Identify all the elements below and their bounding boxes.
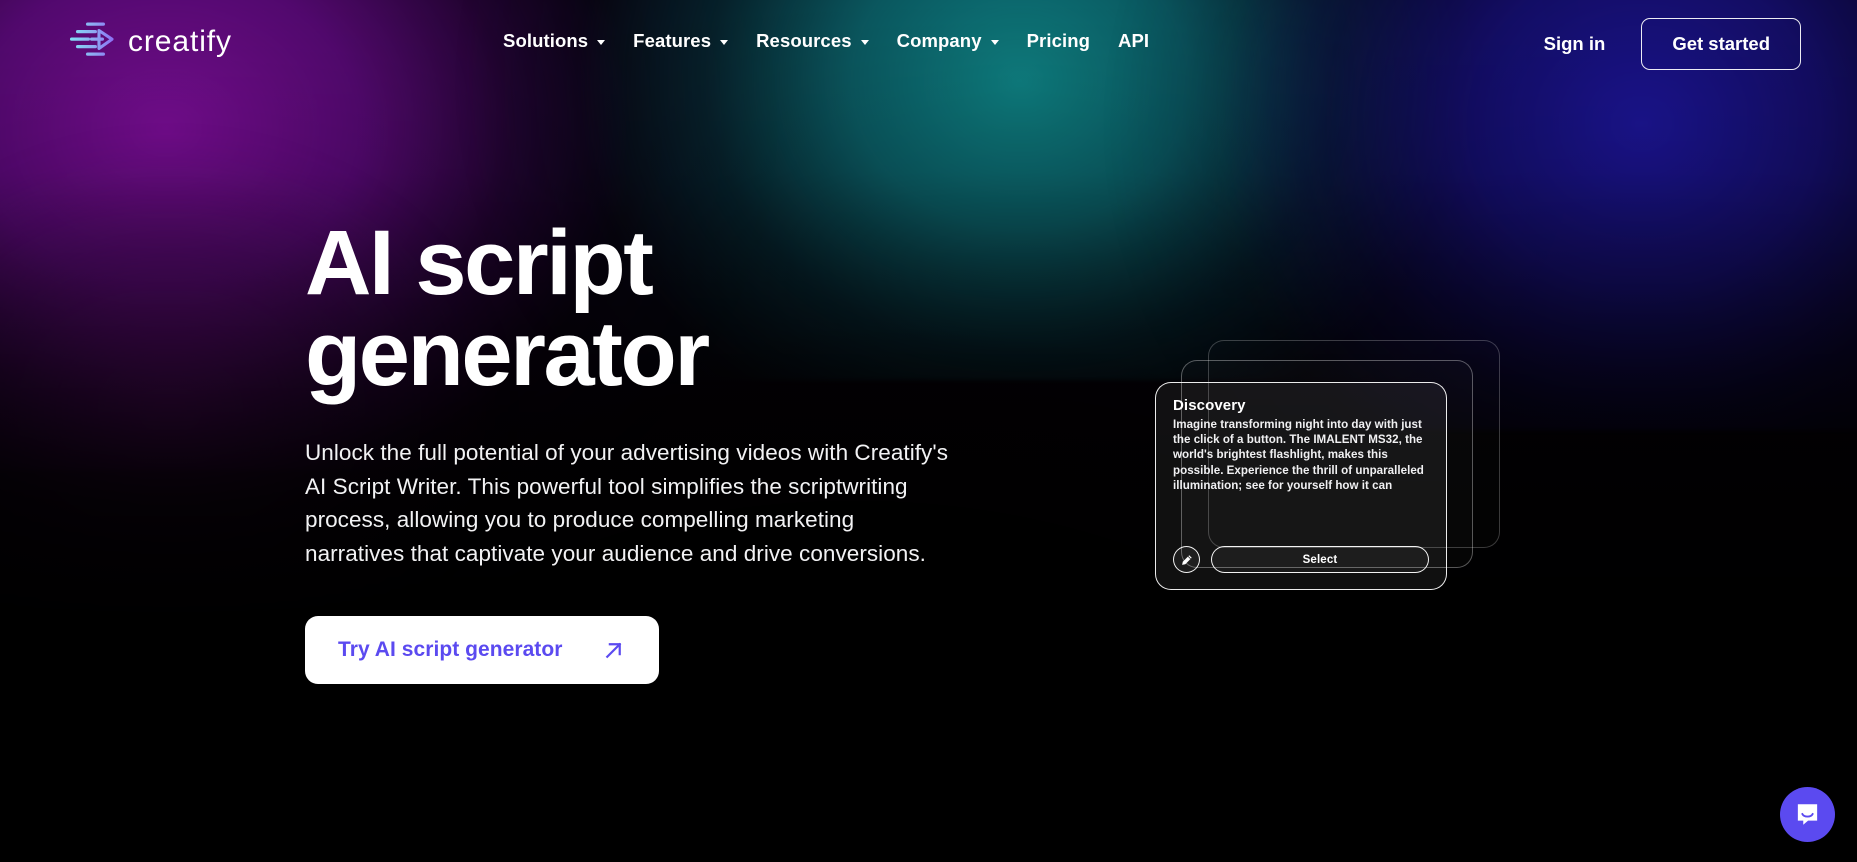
pencil-edit-icon: [1180, 553, 1194, 567]
nav-item-company[interactable]: Company: [883, 30, 1013, 52]
nav-item-api[interactable]: API: [1104, 30, 1163, 52]
nav-label: Company: [896, 30, 982, 51]
hero-subtitle: Unlock the full potential of your advert…: [305, 440, 949, 566]
nav-item-features[interactable]: Features: [619, 30, 742, 52]
script-card-front[interactable]: Discovery Imagine transforming night int…: [1155, 382, 1447, 590]
nav-label: Features: [633, 30, 712, 51]
nav-label: Resources: [756, 30, 852, 51]
title-line-2: generator: [305, 303, 710, 406]
primary-navigation: Solutions Features Resources Company Pri…: [497, 30, 1163, 52]
arrow-up-right-icon: [602, 639, 625, 662]
page-title: AI script generator: [305, 217, 985, 406]
chat-bubble-smile-icon: [1794, 801, 1821, 828]
nav-label: API: [1118, 30, 1150, 51]
nav-label: Pricing: [1026, 30, 1091, 51]
brand-logo[interactable]: creatify: [68, 20, 232, 64]
nav-item-pricing[interactable]: Pricing: [1013, 30, 1104, 52]
try-ai-script-generator-button[interactable]: Try AI script generator: [305, 616, 660, 685]
chevron-down-icon: [990, 39, 999, 45]
title-line-1: AI script: [305, 212, 654, 314]
get-started-button[interactable]: Get started: [1641, 18, 1801, 70]
header-actions: Sign in Get started: [1530, 18, 1801, 70]
cta-label: Try AI script generator: [338, 638, 563, 662]
site-header: creatify Solutions Features Resources Co…: [0, 0, 1857, 84]
brand-name: creatify: [128, 25, 232, 58]
script-card-stack: Discovery Imagine transforming night int…: [1155, 340, 1555, 600]
sign-in-link[interactable]: Sign in: [1530, 25, 1620, 63]
chevron-down-icon: [860, 39, 869, 45]
script-card-body: Imagine transforming night into day with…: [1173, 418, 1424, 492]
chat-widget-button[interactable]: [1780, 787, 1835, 842]
hero-section: AI script generator Unlock the full pote…: [305, 217, 985, 685]
script-card-actions: Select: [1173, 546, 1429, 573]
chevron-down-icon: [597, 39, 606, 45]
nav-item-solutions[interactable]: Solutions: [497, 30, 619, 52]
chevron-down-icon: [720, 39, 729, 45]
creatify-arrow-logo-icon: [68, 20, 115, 64]
nav-label: Solutions: [503, 30, 589, 51]
nav-item-resources[interactable]: Resources: [742, 30, 883, 52]
select-script-button[interactable]: Select: [1211, 546, 1429, 573]
script-card-title: Discovery: [1173, 397, 1246, 414]
edit-script-button[interactable]: [1173, 546, 1200, 573]
